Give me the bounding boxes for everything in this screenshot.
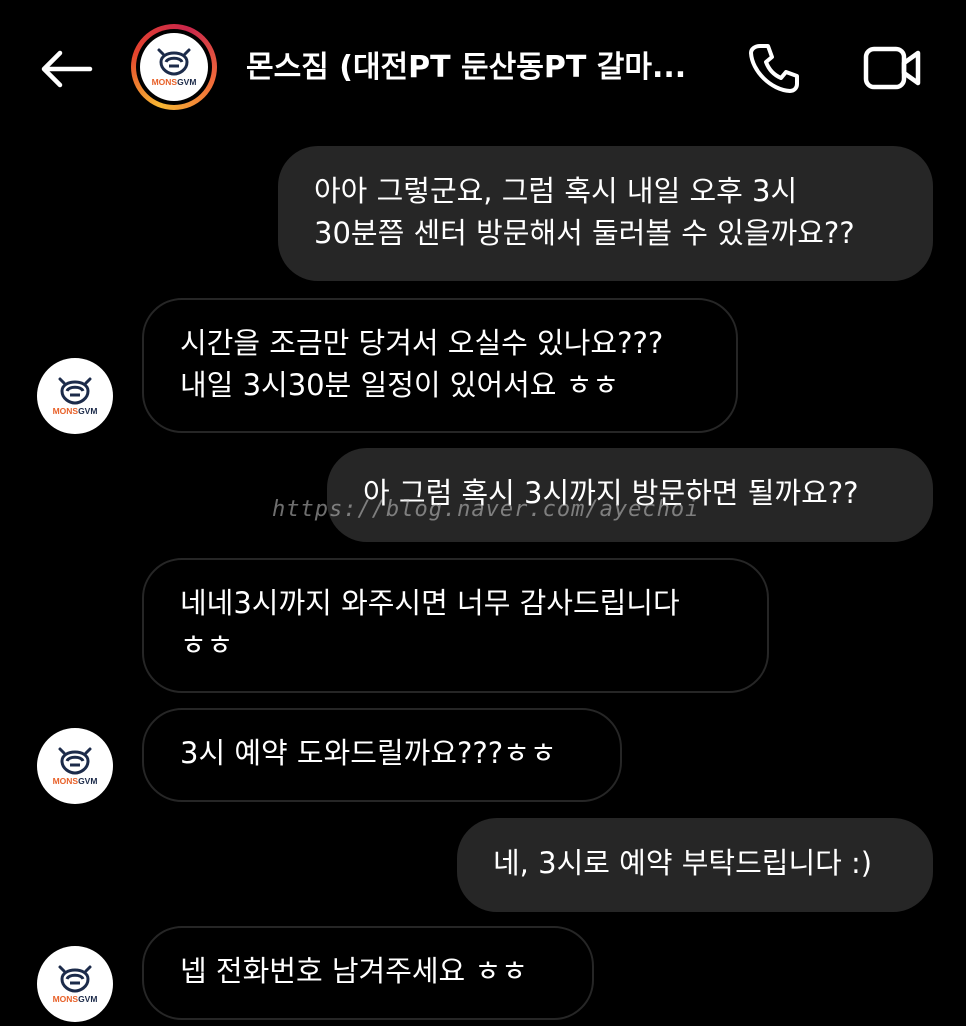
message-bubble-received[interactable]: 네네3시까지 와주시면 너무 감사드립니다 ㅎㅎ [142, 558, 769, 693]
watermark-text: https://blog.naver.com/ayechoi [272, 497, 700, 522]
profile-avatar [136, 29, 212, 105]
video-call-button[interactable] [858, 38, 928, 98]
message-bubble-received[interactable]: 시간을 조금만 당겨서 오실수 있나요??? 내일 3시30분 일정이 있어서요… [142, 298, 738, 433]
message-bubble-sent[interactable]: 아아 그렇군요, 그럼 혹시 내일 오후 3시 30분쯤 센터 방문해서 둘러볼… [278, 146, 933, 281]
chat-title[interactable]: 몬스짐 (대전PT 둔산동PT 갈마... [246, 46, 706, 90]
chat-header: 몬스짐 (대전PT 둔산동PT 갈마... [0, 0, 966, 135]
back-button[interactable] [36, 44, 96, 94]
message-bubble-received[interactable]: 3시 예약 도와드릴까요???ㅎㅎ [142, 708, 622, 802]
gym-logo [40, 731, 110, 801]
sender-avatar[interactable] [37, 728, 113, 804]
message-bubble-sent[interactable]: 네, 3시로 예약 부탁드립니다 :) [457, 818, 933, 912]
gym-logo [40, 949, 110, 1019]
arrow-left-icon [41, 50, 93, 88]
message-bubble-sent[interactable]: 아 그럼 혹시 3시까지 방문하면 될까요?? [327, 448, 933, 542]
sender-avatar[interactable] [37, 946, 113, 1022]
profile-avatar-story-ring[interactable] [131, 24, 217, 110]
sender-avatar[interactable] [37, 358, 113, 434]
phone-icon [749, 44, 799, 93]
gym-logo [139, 32, 209, 102]
message-bubble-received[interactable]: 넵 전화번호 남겨주세요 ㅎㅎ [142, 926, 594, 1020]
gym-logo [40, 361, 110, 431]
video-camera-icon [863, 46, 921, 90]
call-button[interactable] [742, 38, 806, 98]
